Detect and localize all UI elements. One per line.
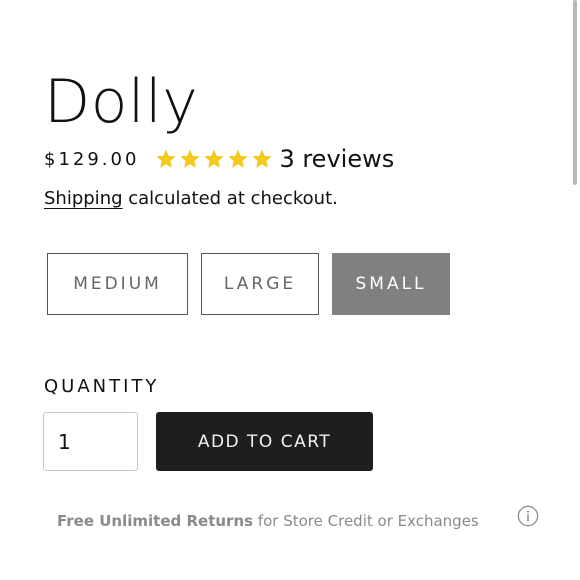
star-icon xyxy=(180,149,201,168)
star-icon xyxy=(156,149,177,168)
info-icon[interactable] xyxy=(517,505,539,527)
product-page: Dolly $129.00 3 reviews Shipping calcula… xyxy=(0,0,580,580)
variant-option-medium[interactable]: MEDIUM xyxy=(47,253,188,315)
reviews-link[interactable]: 3 reviews xyxy=(279,145,394,173)
returns-note-strong: Free Unlimited Returns xyxy=(57,512,254,530)
quantity-label: QUANTITY xyxy=(44,376,160,397)
quantity-input[interactable] xyxy=(43,412,138,471)
star-icon xyxy=(252,149,273,168)
returns-note-text: for Store Credit or Exchanges xyxy=(253,512,479,530)
shipping-note-text: calculated at checkout. xyxy=(122,188,338,209)
variant-option-large[interactable]: LARGE xyxy=(201,253,319,315)
returns-note: Free Unlimited Returns for Store Credit … xyxy=(57,512,479,530)
product-price: $129.00 xyxy=(44,148,140,170)
star-icon xyxy=(204,149,225,168)
shipping-note: Shipping calculated at checkout. xyxy=(44,188,338,209)
add-to-cart-button[interactable]: ADD TO CART xyxy=(156,412,373,471)
variant-option-small[interactable]: SMALL xyxy=(332,253,450,315)
star-icon xyxy=(228,149,249,168)
star-rating[interactable] xyxy=(155,148,273,170)
product-title: Dolly xyxy=(44,67,199,137)
price-rating-row: $129.00 3 reviews xyxy=(44,140,394,178)
shipping-link[interactable]: Shipping xyxy=(44,188,123,209)
scrollbar[interactable] xyxy=(573,0,577,185)
